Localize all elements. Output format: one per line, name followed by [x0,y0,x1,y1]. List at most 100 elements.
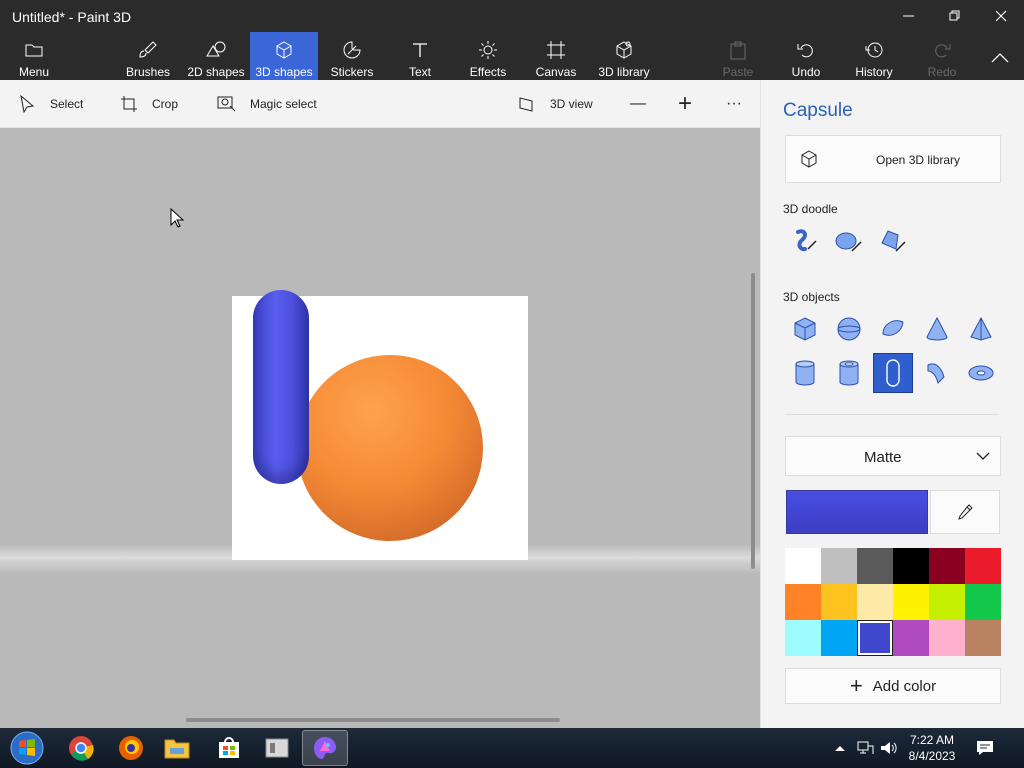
soft-doodle-tool[interactable] [829,221,869,261]
cone-tool[interactable] [917,309,957,349]
color-swatch[interactable] [929,584,965,620]
canvas-workspace[interactable] [0,128,760,728]
material-value: Matte [864,449,902,466]
store-taskbar-item[interactable] [206,730,252,766]
start-button[interactable] [4,730,50,766]
color-swatch[interactable] [965,548,1001,584]
color-swatch[interactable] [893,548,929,584]
app-taskbar-item[interactable] [254,730,300,766]
color-swatch[interactable] [929,620,965,656]
material-dropdown[interactable]: Matte [785,436,1001,476]
file-explorer-taskbar-item[interactable] [154,730,200,766]
restore-button[interactable] [932,0,978,32]
pyramid-tool[interactable] [961,309,1001,349]
add-color-button[interactable]: + Add color [785,668,1001,704]
color-swatch[interactable] [929,548,965,584]
hemisphere-tool[interactable] [873,309,913,349]
restore-icon [949,10,960,21]
sharp-doodle-icon [796,229,817,252]
undo-button[interactable]: Undo [786,32,826,80]
tube-icon [839,360,859,386]
color-swatch[interactable] [821,548,857,584]
sharp-doodle-tool[interactable] [785,221,825,261]
magic-select-button[interactable]: Magic select [216,80,317,128]
current-color-swatch[interactable] [786,490,928,534]
cylinder-tool[interactable] [785,353,825,393]
more-options-button[interactable]: ··· [726,80,742,128]
minimize-button[interactable] [886,0,932,32]
color-swatch[interactable] [857,548,893,584]
orange-sphere-object[interactable] [297,355,483,541]
open-3d-library-button[interactable]: Open 3D library [785,135,1001,183]
curved-tube-tool[interactable] [917,353,957,393]
eyedropper-button[interactable] [930,490,1000,534]
redo-button[interactable]: Redo [922,32,962,80]
color-swatch[interactable] [893,584,929,620]
network-tray-icon[interactable] [856,728,874,768]
color-swatch[interactable] [785,584,821,620]
menu-button[interactable]: Menu [8,32,60,80]
plus-icon: + [849,673,863,698]
notification-icon [977,741,993,755]
show-hidden-icons-button[interactable] [834,728,846,768]
action-center-button[interactable] [976,728,994,768]
effects-button[interactable]: Effects [462,32,514,80]
stickers-button[interactable]: Stickers [326,32,378,80]
2d-shapes-button[interactable]: 2D shapes [186,32,246,80]
store-icon [219,737,239,758]
crop-button[interactable]: Crop [118,80,178,128]
effects-label: Effects [469,65,507,79]
speaker-icon [881,742,897,754]
color-swatch[interactable] [965,584,1001,620]
zoom-out-button[interactable]: — [630,80,646,128]
history-icon [865,42,883,58]
3d-objects-heading: 3D objects [783,290,840,304]
firefox-taskbar-item[interactable] [108,730,154,766]
capsule-icon [886,359,900,387]
3d-shapes-button[interactable]: 3D shapes [250,32,318,80]
collapse-ribbon-button[interactable] [980,32,1020,80]
donut-icon [968,365,994,381]
3d-library-button[interactable]: 3D library [594,32,654,80]
panel-divider [785,414,999,415]
tube-tool[interactable] [829,353,869,393]
text-button[interactable]: Text [400,32,440,80]
color-swatch[interactable] [893,620,929,656]
sphere-tool[interactable] [829,309,869,349]
horizontal-scrollbar[interactable] [186,718,560,722]
chrome-taskbar-item[interactable] [58,730,104,766]
donut-tool[interactable] [961,353,1001,393]
zoom-in-button[interactable]: + [678,80,692,128]
3d-shapes-label: 3D shapes [255,65,313,79]
3d-library-icon [616,41,632,59]
color-swatch[interactable] [785,548,821,584]
system-clock[interactable]: 7:22 AM 8/4/2023 [900,732,964,764]
cube-icon [276,41,292,59]
canvas-button[interactable]: Canvas [532,32,580,80]
properties-panel: Capsule Open 3D library 3D doodle 3D obj… [760,80,1024,728]
cylinder-icon [795,360,815,386]
color-swatch[interactable] [821,620,857,656]
select-button[interactable]: Select [16,80,83,128]
clipboard-icon [730,41,746,60]
capsule-tool[interactable] [873,353,913,393]
close-button[interactable] [978,0,1024,32]
tube-doodle-tool[interactable] [873,221,913,261]
brush-icon [139,41,157,58]
more-options-label: ··· [726,95,742,112]
color-swatch[interactable] [821,584,857,620]
cube-tool[interactable] [785,309,825,349]
volume-tray-icon[interactable] [880,728,898,768]
paint-3d-taskbar-item[interactable] [302,730,348,766]
brushes-button[interactable]: Brushes [122,32,174,80]
color-swatch[interactable] [857,620,893,656]
3d-view-button[interactable]: 3D view [516,80,593,128]
canvas-label: Canvas [535,65,577,79]
color-swatch[interactable] [857,584,893,620]
history-button[interactable]: History [850,32,898,80]
color-swatch[interactable] [965,620,1001,656]
color-swatch[interactable] [785,620,821,656]
vertical-scrollbar[interactable] [751,273,755,569]
blue-capsule-object[interactable] [253,290,309,484]
paste-button[interactable]: Paste [718,32,758,80]
